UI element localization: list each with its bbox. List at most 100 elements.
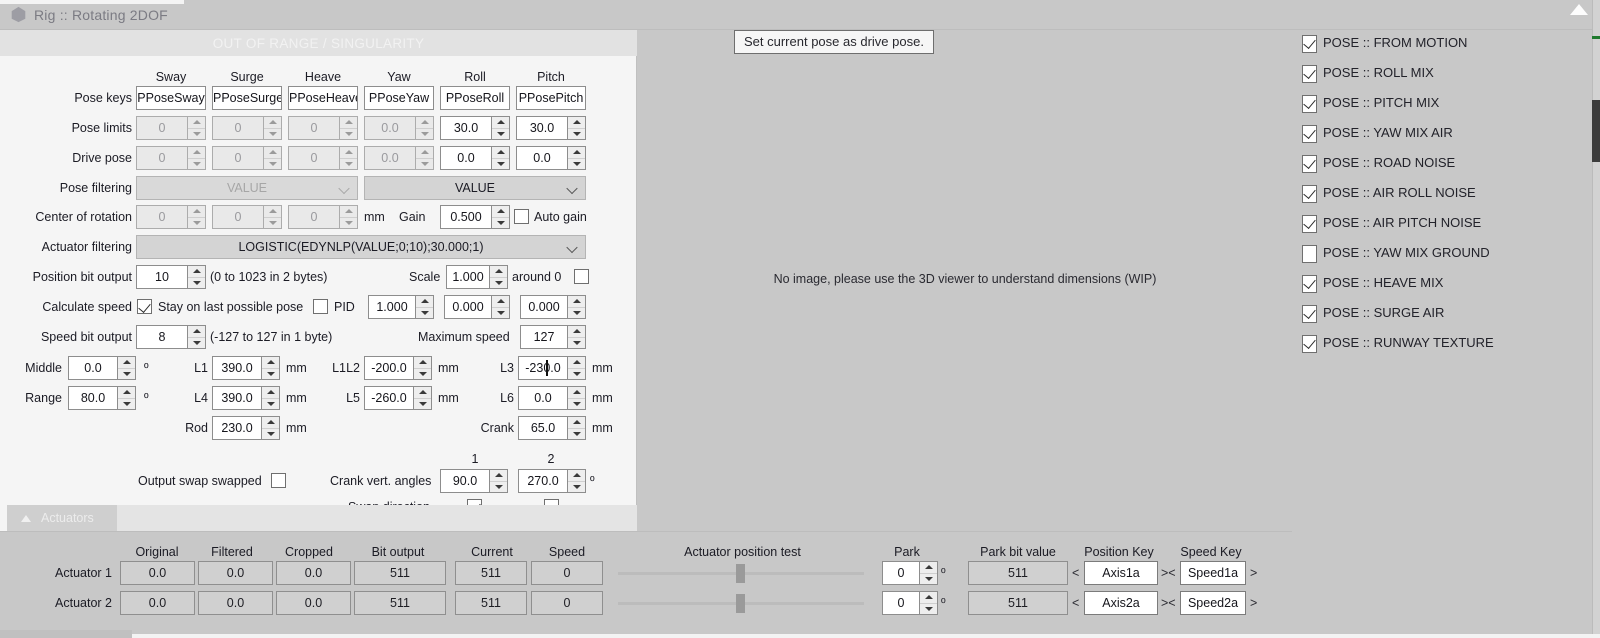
spinner-down-icon[interactable]: [492, 159, 509, 170]
pose-key-sway[interactable]: PPoseSway: [136, 86, 206, 110]
pose-key-roll[interactable]: PPoseRoll: [440, 86, 510, 110]
spinner-up-icon[interactable]: [188, 117, 205, 129]
pose-filtering-right-combo[interactable]: VALUE: [364, 176, 586, 200]
pid-i-buttons[interactable]: [491, 295, 510, 319]
pose-key-yaw[interactable]: PPoseYaw: [364, 86, 434, 110]
scale-spinner-buttons[interactable]: [489, 265, 508, 289]
drive-pose-pitch-value[interactable]: 0.0: [516, 146, 567, 170]
checkbox-icon[interactable]: [1302, 65, 1317, 83]
spinner-down-icon[interactable]: [490, 278, 507, 289]
crank-value[interactable]: 65.0: [518, 416, 567, 440]
spinner-down-icon[interactable]: [264, 129, 281, 140]
spinner-down-icon[interactable]: [920, 574, 937, 585]
center-rotation-z-spinner[interactable]: [339, 205, 358, 229]
actuator-1-park-spinner[interactable]: 0: [882, 561, 938, 585]
l6-spinner[interactable]: 0.0: [518, 386, 586, 410]
spinner-down-icon[interactable]: [492, 218, 509, 229]
speed-bit-output-buttons[interactable]: [187, 325, 206, 349]
spinner-down-icon[interactable]: [568, 369, 585, 380]
spinner-up-icon[interactable]: [262, 357, 279, 369]
spinner-down-icon[interactable]: [414, 399, 431, 410]
checkbox-icon[interactable]: [1302, 215, 1317, 233]
checkbox-icon[interactable]: [1302, 275, 1317, 293]
auto-gain-checkbox[interactable]: [514, 209, 529, 224]
drive-pose-yaw-spinner[interactable]: [415, 146, 434, 170]
slider-thumb[interactable]: [736, 564, 745, 583]
center-rotation-x-spinner[interactable]: [187, 205, 206, 229]
checkbox-icon[interactable]: [1302, 305, 1317, 323]
spinner-up-icon[interactable]: [568, 417, 585, 429]
drive-pose-yaw[interactable]: 0.0: [364, 146, 434, 170]
spinner-up-icon[interactable]: [262, 417, 279, 429]
center-rotation-x[interactable]: 0: [136, 205, 206, 229]
l3-value[interactable]: -230.0: [518, 356, 567, 380]
drive-pose-roll[interactable]: 0.0: [440, 146, 510, 170]
actuator-2-park-buttons[interactable]: [919, 591, 938, 615]
center-rotation-y[interactable]: 0: [212, 205, 282, 229]
spinner-up-icon[interactable]: [492, 206, 509, 218]
center-rotation-y-spinner[interactable]: [263, 205, 282, 229]
position-bit-output-spinner[interactable]: 10: [136, 265, 206, 289]
spinner-down-icon[interactable]: [568, 308, 585, 319]
pose-limit-surge[interactable]: 0: [212, 116, 282, 140]
actuator-2-park-value[interactable]: 0: [882, 591, 919, 615]
spinner-up-icon[interactable]: [414, 387, 431, 399]
actuator-1-mid-arrows[interactable]: ><: [1161, 561, 1176, 585]
spinner-up-icon[interactable]: [340, 117, 357, 129]
spinner-down-icon[interactable]: [340, 218, 357, 229]
l1-spinner[interactable]: 390.0: [212, 356, 280, 380]
crank-angle-2-buttons[interactable]: [567, 469, 586, 493]
spinner-down-icon[interactable]: [188, 338, 205, 349]
actuator-2-position-key[interactable]: Axis2a: [1084, 591, 1158, 615]
spinner-down-icon[interactable]: [416, 159, 433, 170]
spinner-up-icon[interactable]: [568, 296, 585, 308]
actuator-2-prev-arrow[interactable]: <: [1072, 591, 1079, 615]
spinner-up-icon[interactable]: [414, 357, 431, 369]
spinner-down-icon[interactable]: [188, 278, 205, 289]
vertical-scrollbar-thumb[interactable]: [1592, 100, 1600, 162]
l1-value[interactable]: 390.0: [212, 356, 261, 380]
spinner-down-icon[interactable]: [264, 218, 281, 229]
middle-buttons[interactable]: [117, 356, 136, 380]
l4-value[interactable]: 390.0: [212, 386, 261, 410]
l5-buttons[interactable]: [413, 386, 432, 410]
output-swap-swapped-checkbox[interactable]: [271, 473, 286, 488]
actuator-1-position-slider[interactable]: [618, 561, 864, 585]
pose-limit-sway-spinner[interactable]: [187, 116, 206, 140]
actuator-filtering-combo[interactable]: LOGISTIC(EDYNLP(VALUE;0;10);30.000;1): [136, 235, 586, 259]
pose-key-heave[interactable]: PPoseHeave: [288, 86, 358, 110]
spinner-up-icon[interactable]: [188, 326, 205, 338]
spinner-up-icon[interactable]: [264, 147, 281, 159]
drive-pose-yaw-value[interactable]: 0.0: [364, 146, 415, 170]
pose-limit-surge-value[interactable]: 0: [212, 116, 263, 140]
maximum-speed-spinner[interactable]: 127: [520, 325, 586, 349]
crank-buttons[interactable]: [567, 416, 586, 440]
pose-limit-roll-value[interactable]: 30.0: [440, 116, 491, 140]
pose-limit-yaw-spinner[interactable]: [415, 116, 434, 140]
scale-spinner[interactable]: 1.000: [446, 265, 508, 289]
l3-spinner[interactable]: -230.0: [518, 356, 586, 380]
spinner-down-icon[interactable]: [340, 129, 357, 140]
spinner-up-icon[interactable]: [118, 387, 135, 399]
center-rotation-z-value[interactable]: 0: [288, 205, 339, 229]
spinner-up-icon[interactable]: [262, 387, 279, 399]
spinner-up-icon[interactable]: [340, 206, 357, 218]
spinner-down-icon[interactable]: [568, 429, 585, 440]
spinner-up-icon[interactable]: [492, 296, 509, 308]
spinner-up-icon[interactable]: [416, 296, 433, 308]
l1-buttons[interactable]: [261, 356, 280, 380]
checkbox-icon[interactable]: [1302, 155, 1317, 173]
pid-i-spinner[interactable]: 0.000: [444, 295, 510, 319]
crank-angle-1-buttons[interactable]: [489, 469, 508, 493]
drive-pose-sway-value[interactable]: 0: [136, 146, 187, 170]
l4-spinner[interactable]: 390.0: [212, 386, 280, 410]
spinner-down-icon[interactable]: [492, 129, 509, 140]
rod-buttons[interactable]: [261, 416, 280, 440]
actuator-1-park-value[interactable]: 0: [882, 561, 919, 585]
slider-thumb[interactable]: [736, 594, 745, 613]
l5-value[interactable]: -260.0: [364, 386, 413, 410]
center-rotation-x-value[interactable]: 0: [136, 205, 187, 229]
spinner-down-icon[interactable]: [920, 604, 937, 615]
actuator-2-speed-key[interactable]: Speed2a: [1180, 591, 1246, 615]
pose-limit-yaw[interactable]: 0.0: [364, 116, 434, 140]
